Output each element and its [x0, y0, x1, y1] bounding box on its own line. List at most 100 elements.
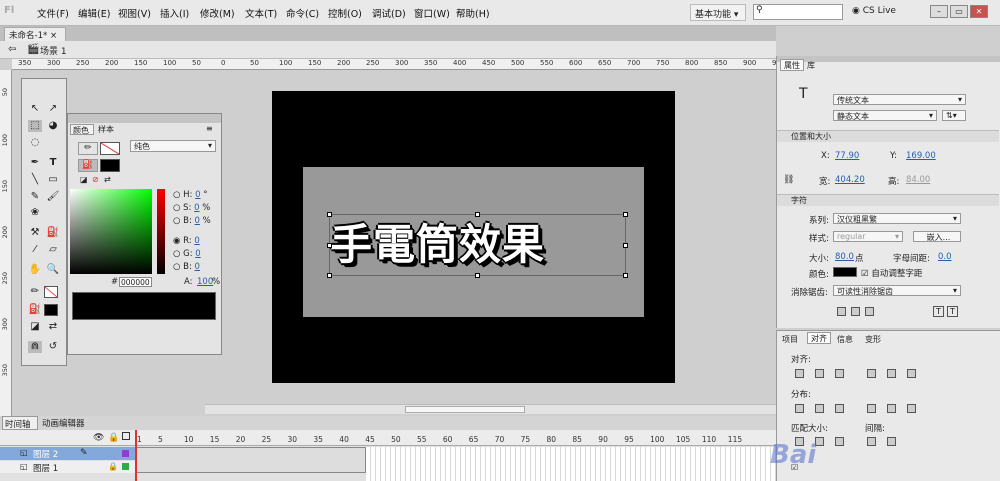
tab-align[interactable]: 对齐 — [807, 332, 831, 344]
line-tool-icon[interactable]: ╲ — [28, 174, 42, 186]
horizontal-scrollbar[interactable] — [205, 404, 776, 414]
free-transform-tool-icon[interactable]: ⬚ — [28, 120, 42, 132]
align-right-icon[interactable] — [835, 369, 844, 378]
resize-handle[interactable] — [623, 212, 628, 217]
default-colors-icon[interactable]: ◪ — [28, 321, 42, 333]
text-tool-icon[interactable]: T — [46, 157, 60, 169]
tab-project[interactable]: 项目 — [782, 334, 798, 345]
lock-icon[interactable]: 🔒 — [108, 433, 119, 443]
border-icon[interactable] — [865, 307, 874, 316]
align-left-icon[interactable] — [795, 369, 804, 378]
alpha-value[interactable]: 100 — [197, 277, 213, 287]
tab-transform[interactable]: 变形 — [865, 334, 881, 345]
tab-timeline[interactable]: 时间轴 — [2, 416, 38, 430]
distribute-left-icon[interactable] — [867, 404, 876, 413]
panel-menu-icon[interactable]: ≡ — [206, 124, 213, 133]
blue-value[interactable]: 0 — [195, 262, 200, 272]
help-search-input[interactable]: ⚲ — [753, 4, 843, 20]
menu-text[interactable]: 文本(T) — [245, 6, 277, 20]
layer-1-name[interactable]: 图层 1 — [33, 462, 58, 474]
selectable-icon[interactable] — [837, 307, 846, 316]
stroke-color-swatch[interactable] — [44, 286, 58, 298]
menu-modify[interactable]: 修改(M) — [200, 6, 235, 20]
eyedropper-tool-icon[interactable]: ⁄ — [28, 244, 42, 256]
brightness-slider[interactable] — [157, 189, 165, 274]
distribute-bottom-icon[interactable] — [835, 404, 844, 413]
hand-tool-icon[interactable]: ✋ — [28, 264, 42, 276]
resize-handle[interactable] — [327, 273, 332, 278]
text-color-swatch[interactable] — [833, 267, 857, 277]
resize-handle[interactable] — [475, 273, 480, 278]
radio-h[interactable]: ○ H: 0 ° — [173, 190, 207, 200]
resize-handle[interactable] — [475, 212, 480, 217]
close-button[interactable]: ✕ — [970, 5, 988, 18]
distribute-right-icon[interactable] — [907, 404, 916, 413]
rectangle-tool-icon[interactable]: ▭ — [46, 174, 60, 186]
superscript-icon[interactable]: T — [933, 306, 944, 317]
cs-live-button[interactable]: ◉ CS Live — [852, 6, 896, 16]
frame-span[interactable] — [136, 447, 366, 473]
distribute-hcenter-icon[interactable] — [887, 404, 896, 413]
font-family-select[interactable]: 汉仪粗黑繁 ▾ — [833, 213, 961, 224]
space-vertical-icon[interactable] — [867, 437, 876, 446]
empty-frames[interactable] — [366, 447, 776, 481]
fill-color-icon[interactable]: ⛽ — [78, 159, 98, 172]
smooth-icon[interactable]: ↺ — [46, 341, 60, 353]
menu-file[interactable]: 文件(F) — [37, 6, 69, 20]
bone-tool-icon[interactable]: ⚒ — [28, 227, 42, 239]
tab-library[interactable]: 库 — [807, 60, 815, 71]
eye-icon[interactable]: 👁 — [93, 433, 104, 443]
stroke-swatch[interactable] — [100, 142, 120, 155]
text-orientation-select[interactable]: ⇅▾ — [942, 110, 966, 121]
playhead[interactable] — [135, 430, 137, 481]
letter-spacing-value[interactable]: 0.0 — [938, 252, 952, 262]
text-type-select[interactable]: 静态文本 ▾ — [833, 110, 937, 121]
h-value[interactable]: 84.00 — [906, 175, 930, 185]
fill-swatch[interactable] — [100, 159, 120, 172]
section-position-size[interactable]: 位置和大小 — [777, 130, 999, 142]
zoom-tool-icon[interactable]: 🔍 — [46, 264, 60, 276]
back-arrow-icon[interactable]: ⇦ — [8, 44, 16, 55]
menu-control[interactable]: 控制(O) — [328, 6, 362, 20]
paint-bucket-tool-icon[interactable]: ⛽ — [46, 227, 60, 239]
3d-rotation-tool-icon[interactable]: ◕ — [46, 120, 60, 132]
swap-colors-icon[interactable]: ⇄ — [46, 321, 60, 333]
html-icon[interactable] — [851, 307, 860, 316]
tab-swatches[interactable]: 样本 — [96, 124, 120, 135]
color-spectrum[interactable] — [70, 189, 152, 274]
text-engine-select[interactable]: 传统文本 ▾ — [833, 94, 966, 105]
eraser-tool-icon[interactable]: ▱ — [46, 244, 60, 256]
space-horizontal-icon[interactable] — [887, 437, 896, 446]
tab-close-icon[interactable]: × — [50, 31, 57, 41]
r-value[interactable]: 0 — [194, 236, 199, 246]
menu-insert[interactable]: 插入(I) — [160, 6, 189, 20]
match-both-icon[interactable] — [835, 437, 844, 446]
hex-input[interactable]: 000000 — [119, 277, 152, 287]
brush-tool-icon[interactable]: 🖌 — [46, 191, 60, 203]
menu-commands[interactable]: 命令(C) — [286, 6, 319, 20]
resize-handle[interactable] — [327, 243, 332, 248]
stroke-color-icon[interactable]: ✏ — [28, 286, 42, 298]
fill-color-icon[interactable]: ⛽ — [28, 304, 42, 316]
lasso-tool-icon[interactable]: ◌ — [28, 137, 42, 149]
subselection-tool-icon[interactable]: ↗ — [46, 103, 60, 115]
maximize-button[interactable]: ▭ — [950, 5, 968, 18]
menu-edit[interactable]: 编辑(E) — [78, 6, 110, 20]
distribute-vcenter-icon[interactable] — [815, 404, 824, 413]
radio-b[interactable]: ○ B: 0 % — [173, 216, 211, 226]
h-value[interactable]: 0 — [195, 190, 200, 200]
size-value[interactable]: 80.0 — [835, 252, 854, 262]
document-tab[interactable]: 未命名-1* × — [4, 27, 66, 41]
deco-tool-icon[interactable]: ❀ — [28, 207, 42, 219]
workspace-switcher[interactable]: 基本功能 ▾ — [690, 4, 746, 21]
pencil-tool-icon[interactable]: ✎ — [28, 191, 42, 203]
selection-tool-icon[interactable]: ↖ — [28, 103, 42, 115]
swap-colors-icon[interactable]: ⇄ — [104, 175, 111, 184]
no-color-icon[interactable]: ⊘ — [92, 175, 99, 184]
section-character[interactable]: 字符 — [777, 194, 999, 206]
distribute-top-icon[interactable] — [795, 404, 804, 413]
font-style-select[interactable]: regular ▾ — [833, 231, 903, 242]
align-hcenter-icon[interactable] — [815, 369, 824, 378]
radio-blue[interactable]: ○ B: 0 — [173, 262, 200, 272]
antialias-select[interactable]: 可读性消除锯齿 ▾ — [833, 285, 961, 296]
